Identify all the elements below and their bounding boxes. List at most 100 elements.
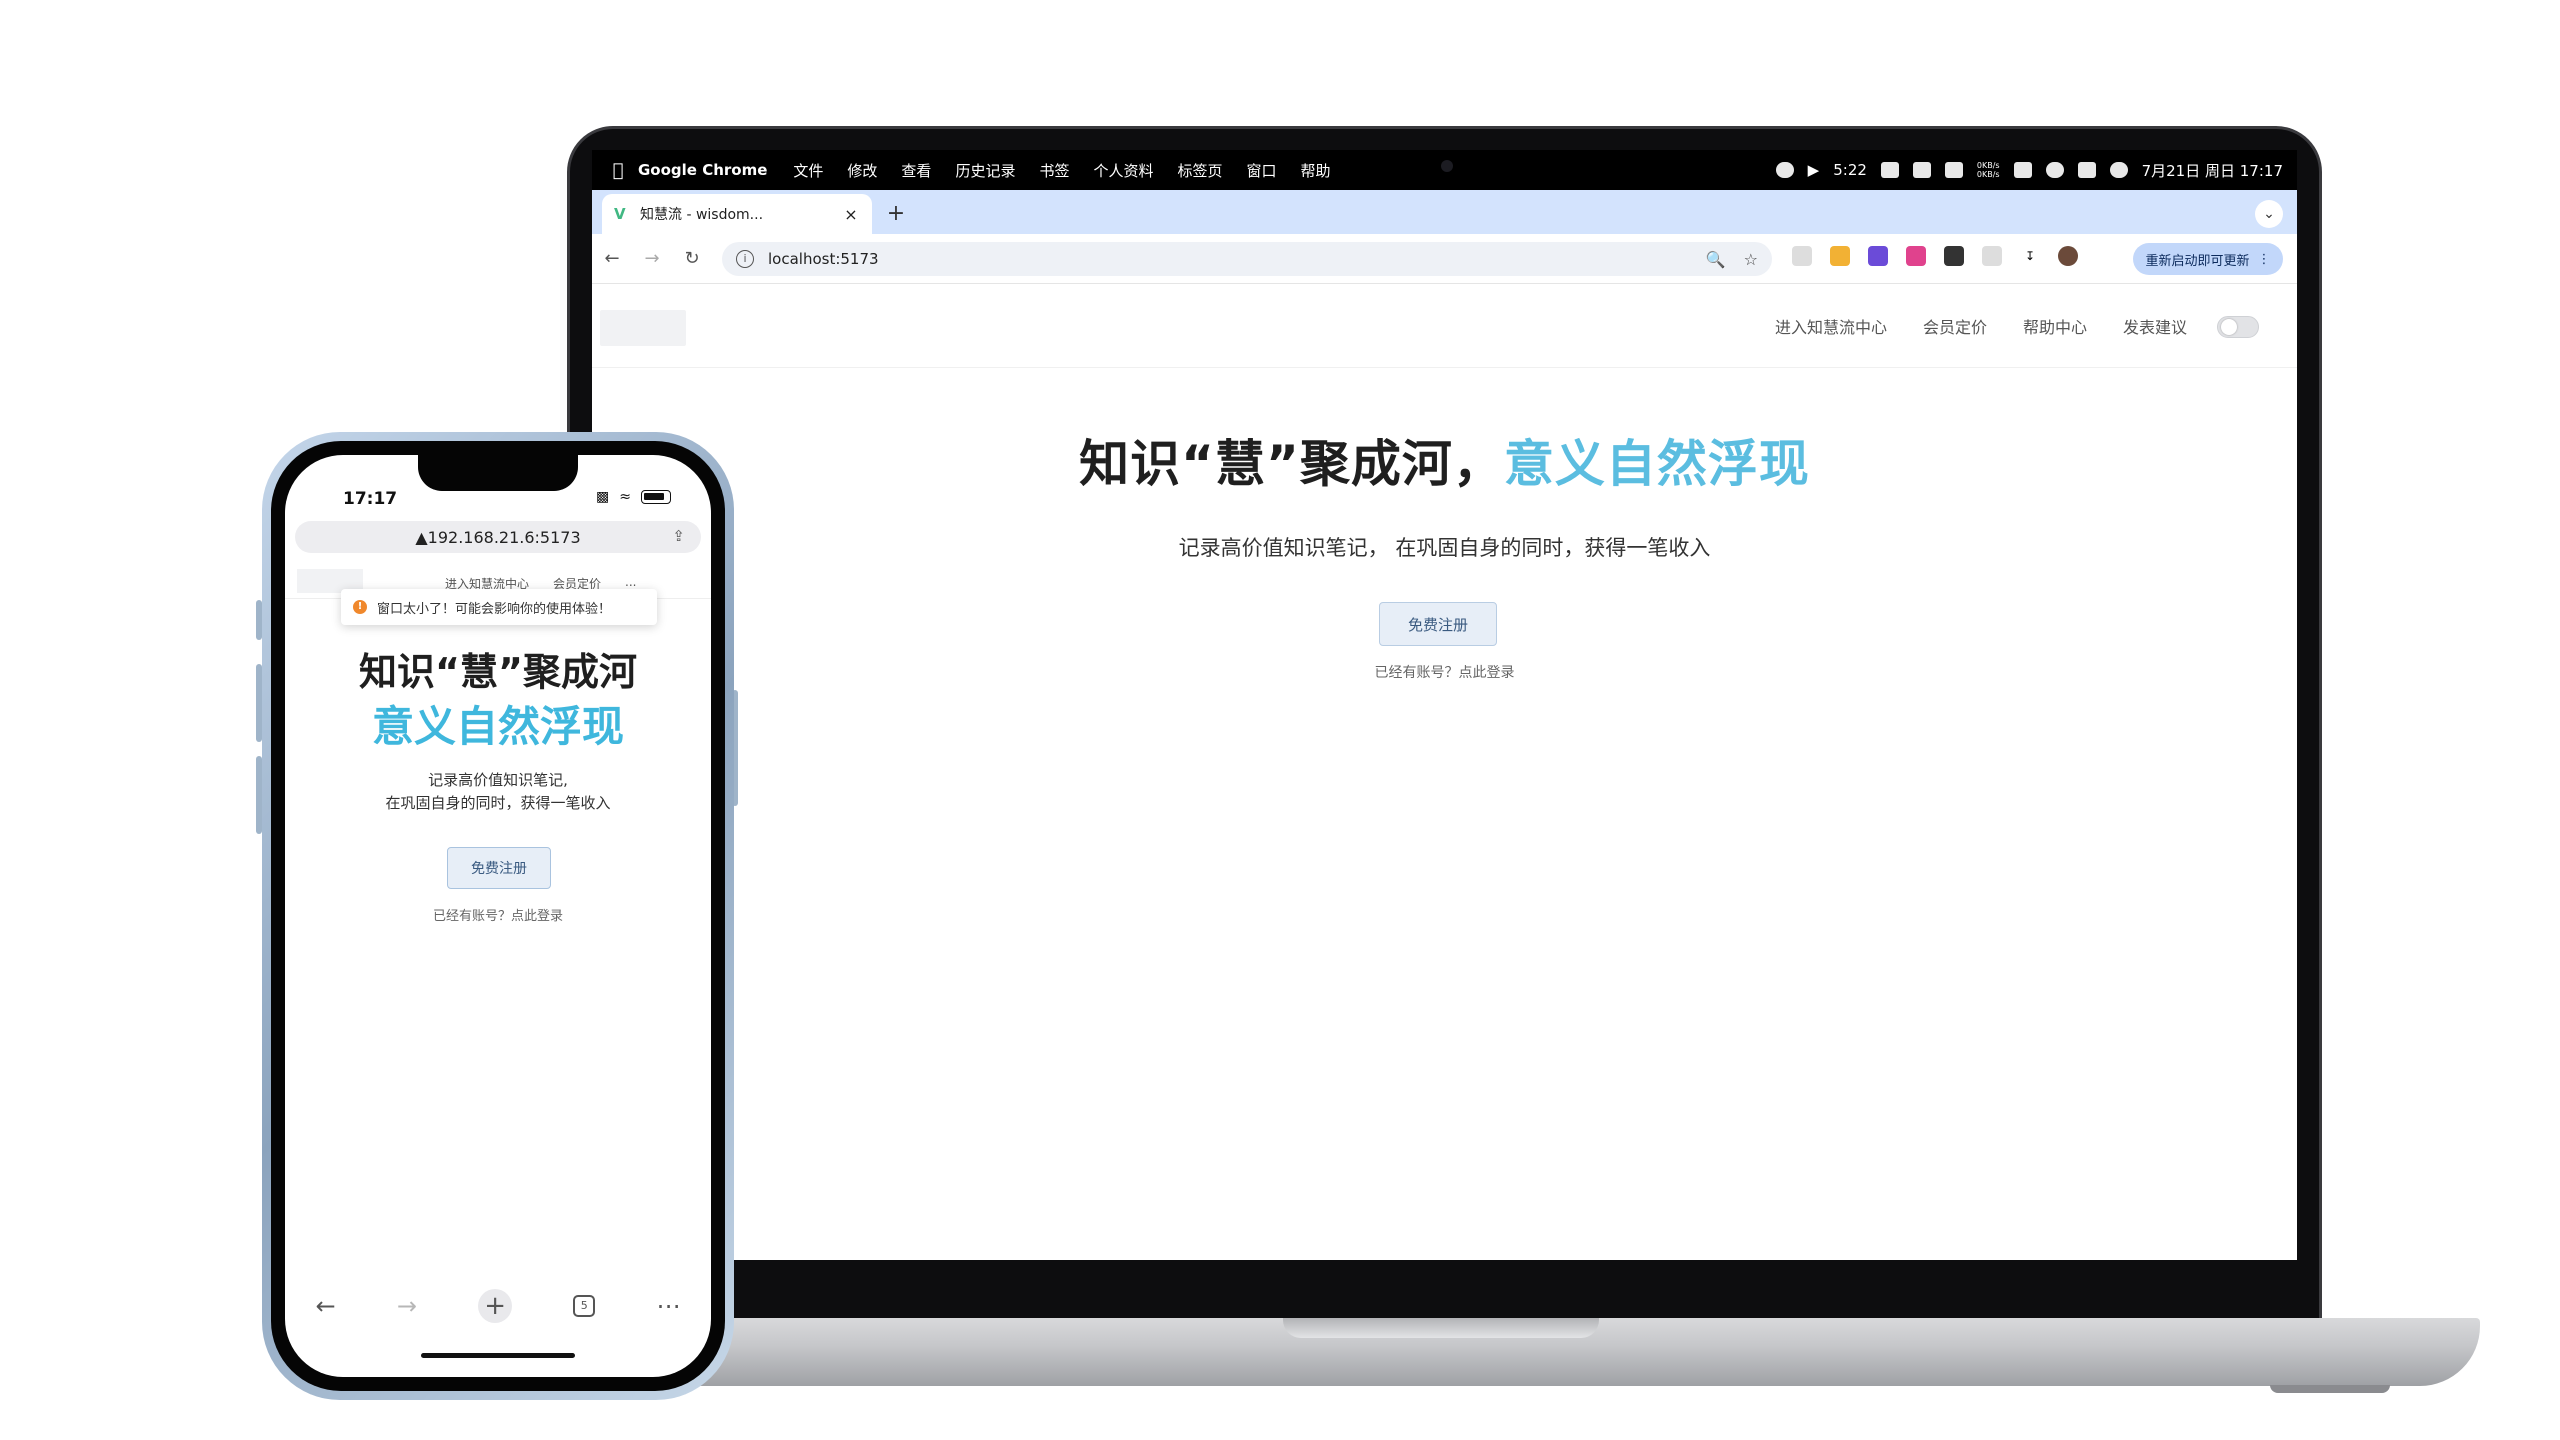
warning-icon: !: [353, 600, 367, 614]
phone-frame: 17:17 ▩ ≈ ▲192.168.21.6:5173 ⇪ 进入知慧流中心 会…: [262, 432, 734, 1400]
address-url[interactable]: localhost:5173: [768, 250, 1688, 268]
cloud-sync-icon[interactable]: [1912, 162, 1931, 178]
relaunch-label: 重新启动即可更新: [2145, 253, 2250, 269]
extensions-row: ↧: [1792, 246, 2078, 266]
phone-address-bar[interactable]: ▲192.168.21.6:5173 ⇪: [295, 521, 701, 553]
new-tab-icon[interactable]: +: [478, 1289, 513, 1323]
toast-text: 窗口太小了！可能会影响你的使用体验！: [377, 601, 612, 617]
menu-tabs[interactable]: 标签页: [1177, 160, 1222, 181]
nav-enter-center[interactable]: 进入知慧流中心: [1775, 314, 1887, 338]
laptop-opening-groove: [1283, 1318, 1599, 1338]
home-indicator[interactable]: [421, 1353, 575, 1358]
site-nav: 进入知慧流中心 会员定价 帮助中心 发表建议: [1775, 314, 2187, 338]
web-page: 进入知慧流中心 会员定价 帮助中心 发表建议 知识“慧”聚成河，意义自然浮现 记…: [592, 284, 2297, 1260]
extension-orange-icon[interactable]: [1830, 246, 1850, 266]
menu-app-name[interactable]: Google Chrome: [638, 161, 767, 179]
phone-url[interactable]: ▲192.168.21.6:5173: [415, 528, 580, 547]
tab-title: 知慧流 - wisdom...: [640, 207, 764, 223]
chrome-toolbar: ← → ↻ i localhost:5173 🔍 ☆ ↧ 重新启动即可更新 ⋮: [592, 234, 2297, 284]
menu-view[interactable]: 查看: [901, 160, 931, 181]
menu-edit[interactable]: 修改: [847, 160, 877, 181]
nav-pricing[interactable]: 会员定价: [1923, 314, 1987, 338]
phone-browser-toolbar: ← → + 5 ⋯: [285, 1281, 711, 1331]
phone-subtitle-line1: 记录高价值知识笔记,: [428, 771, 568, 789]
menubar-datetime[interactable]: 7月21日 周日 17:17: [2142, 160, 2283, 181]
laptop-foot: [2270, 1385, 2390, 1393]
apple-logo-icon[interactable]: : [598, 160, 638, 181]
hero-title-main: 知识“慧”聚成河，: [1079, 435, 1504, 493]
camera-lens: [1441, 160, 1453, 172]
phone-status-icons: ▩ ≈: [596, 489, 671, 505]
menu-bookmarks[interactable]: 书签: [1039, 160, 1069, 181]
chevron-down-icon[interactable]: ⌄: [2255, 200, 2283, 228]
phone-notch: [418, 455, 578, 491]
puzzle-icon[interactable]: [1982, 246, 2002, 266]
phone-login-link[interactable]: 已经有账号？点此登录: [285, 905, 711, 924]
extension-pink-icon[interactable]: [1906, 246, 1926, 266]
tab-switcher-icon[interactable]: 5: [573, 1295, 596, 1317]
site-info-icon[interactable]: i: [736, 250, 754, 268]
back-arrow-icon[interactable]: ←: [592, 248, 632, 269]
notification-bell-icon[interactable]: [1880, 162, 1899, 178]
new-tab-button[interactable]: +: [882, 200, 910, 228]
forward-arrow-icon[interactable]: →: [397, 1292, 417, 1320]
small-window-warning-toast: ! 窗口太小了！可能会影响你的使用体验！: [341, 589, 657, 625]
cat-icon[interactable]: [1944, 162, 1963, 178]
netspeed-up: 0KB/s: [1976, 161, 2000, 170]
profile-avatar-icon[interactable]: [2058, 246, 2078, 266]
vue-favicon-icon: V: [614, 205, 626, 223]
menubar-status-area: ▶ 5:22 0KB/s 0KB/s 7月21日 周日 17:17: [1775, 150, 2283, 190]
signal-icon: ▩: [596, 489, 610, 505]
control-center-icon[interactable]: [2077, 162, 2096, 178]
reload-icon[interactable]: ↻: [672, 248, 712, 269]
nav-help-center[interactable]: 帮助中心: [2023, 314, 2087, 338]
extension-purple-icon[interactable]: [1868, 246, 1888, 266]
phone-bezel: 17:17 ▩ ≈ ▲192.168.21.6:5173 ⇪ 进入知慧流中心 会…: [271, 441, 725, 1391]
hero-title-accent: 意义自然浮现: [1503, 435, 1810, 493]
relaunch-update-button[interactable]: 重新启动即可更新 ⋮: [2133, 243, 2283, 275]
menu-window[interactable]: 窗口: [1247, 160, 1277, 181]
netspeed-down: 0KB/s: [1976, 170, 2000, 179]
browser-tab-active[interactable]: V 知慧流 - wisdom... ×: [602, 194, 872, 234]
back-arrow-icon[interactable]: ←: [316, 1292, 336, 1320]
timer-play-icon[interactable]: ▶: [1808, 161, 1820, 179]
site-logo[interactable]: [600, 310, 686, 346]
menu-profile[interactable]: 个人资料: [1093, 160, 1153, 181]
phone-hero-title-line2: 意义自然浮现: [371, 702, 624, 751]
picture-in-picture-icon[interactable]: [1792, 246, 1812, 266]
battery-icon: [641, 490, 671, 504]
close-icon[interactable]: ×: [842, 205, 860, 224]
register-button[interactable]: 免费注册: [1379, 602, 1497, 646]
phone-subtitle-line2: 在巩固自身的同时，获得一笔收入: [385, 794, 611, 812]
phone-hero-title-line1: 知识“慧”聚成河: [359, 650, 637, 694]
phone-register-button[interactable]: 免费注册: [447, 847, 551, 889]
menu-file[interactable]: 文件: [793, 160, 823, 181]
extension-dark-icon[interactable]: [1944, 246, 1964, 266]
wifi-icon: ≈: [619, 489, 631, 505]
menu-history[interactable]: 历史记录: [955, 160, 1015, 181]
network-speed: 0KB/s 0KB/s: [1977, 161, 2000, 179]
more-vert-icon: ⋮: [2257, 251, 2271, 267]
star-icon[interactable]: ☆: [1744, 250, 1758, 269]
laptop-screen:  Google Chrome 文件 修改 查看 历史记录 书签 个人资料 标签…: [592, 150, 2297, 1260]
theme-toggle[interactable]: [2217, 316, 2259, 338]
login-link[interactable]: 已经有账号？点此登录: [592, 662, 2297, 682]
forward-arrow-icon[interactable]: →: [632, 248, 672, 269]
hero-title: 知识“慧”聚成河，意义自然浮现: [592, 424, 2297, 496]
more-icon[interactable]: ⋯: [656, 1292, 680, 1320]
site-header: 进入知慧流中心 会员定价 帮助中心 发表建议: [592, 284, 2297, 368]
phone-screen: 17:17 ▩ ≈ ▲192.168.21.6:5173 ⇪ 进入知慧流中心 会…: [285, 455, 711, 1377]
share-icon[interactable]: ⇪: [672, 527, 685, 545]
hero-subtitle: 记录高价值知识笔记， 在巩固自身的同时，获得一笔收入: [1178, 536, 1711, 560]
input-method-icon[interactable]: [2013, 162, 2032, 178]
menu-help[interactable]: 帮助: [1301, 160, 1331, 181]
download-icon[interactable]: ↧: [2020, 246, 2040, 266]
address-bar[interactable]: i localhost:5173 🔍 ☆: [722, 242, 1772, 276]
siri-icon[interactable]: [2109, 162, 2128, 178]
wechat-icon[interactable]: [2045, 162, 2064, 178]
focus-icon[interactable]: [1775, 162, 1794, 178]
nav-feedback[interactable]: 发表建议: [2123, 314, 2187, 338]
timer-text[interactable]: 5:22: [1833, 161, 1867, 179]
zoom-icon[interactable]: 🔍: [1706, 250, 1726, 269]
phone-hero-subtitle: 记录高价值知识笔记, 在巩固自身的同时，获得一笔收入: [285, 769, 711, 815]
